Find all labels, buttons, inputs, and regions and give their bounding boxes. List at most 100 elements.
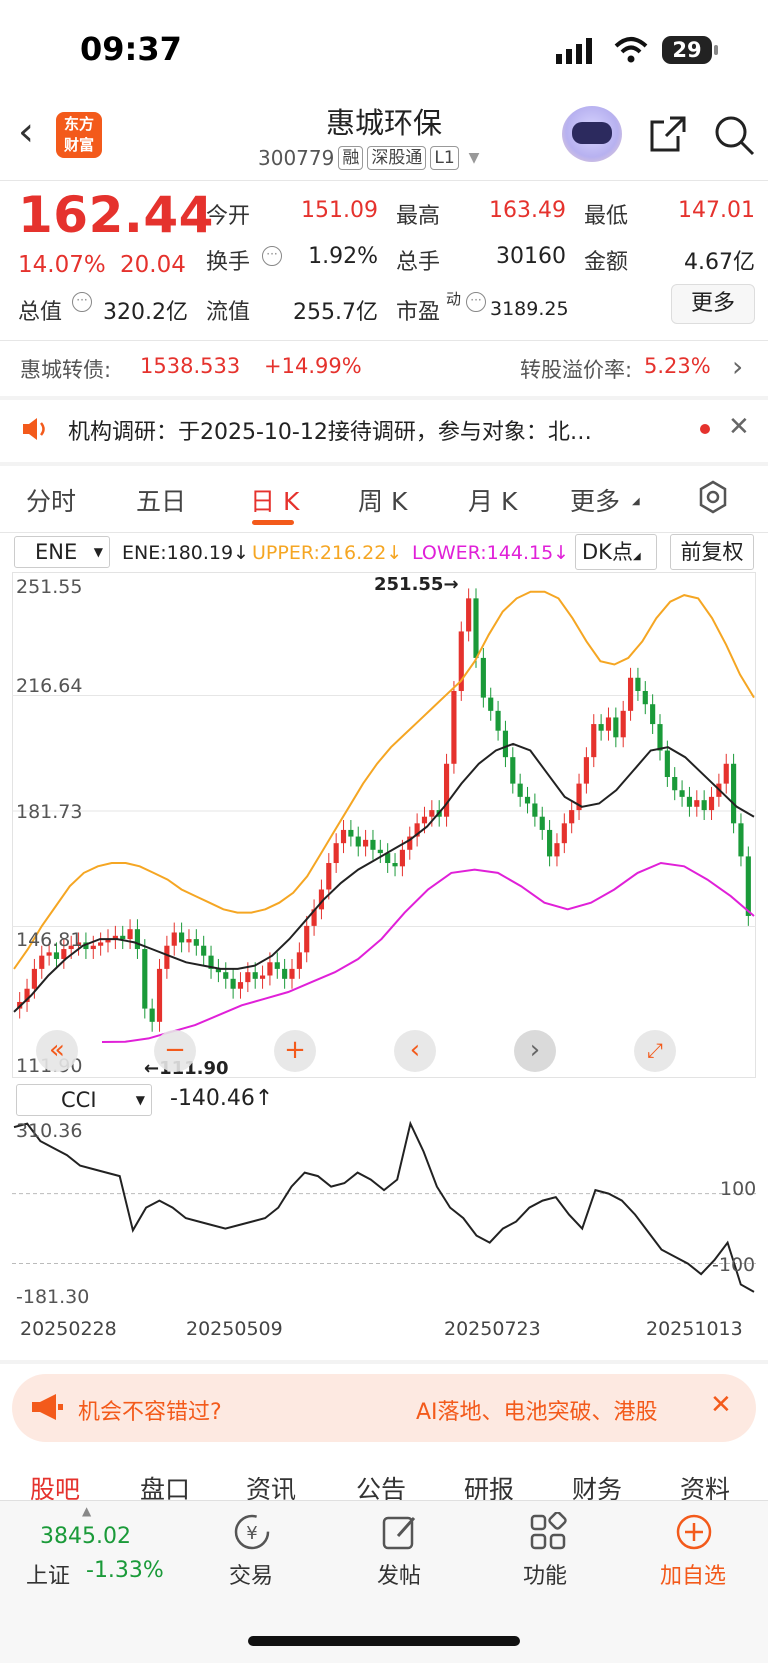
tab-five-day[interactable]: 五日 bbox=[136, 482, 186, 518]
toolbar-post[interactable]: 发帖 bbox=[344, 1558, 454, 1590]
lower-value: LOWER:144.15↓ bbox=[412, 542, 570, 564]
share-icon[interactable] bbox=[648, 114, 688, 154]
tag-level: L1 bbox=[430, 146, 459, 170]
cci-level-high: 100 bbox=[720, 1178, 757, 1200]
candle-body bbox=[488, 697, 494, 711]
turnover-label: 换手 bbox=[206, 250, 251, 275]
divider bbox=[0, 532, 768, 533]
info-icon[interactable]: ··· bbox=[262, 246, 282, 266]
next-icon[interactable]: › bbox=[514, 1030, 556, 1072]
index-name[interactable]: 上证 bbox=[26, 1558, 70, 1590]
candle-body bbox=[620, 710, 626, 738]
candle-body bbox=[333, 843, 339, 864]
cci-chart[interactable] bbox=[12, 1116, 756, 1312]
dk-point-button[interactable]: DK点◢ bbox=[575, 534, 657, 570]
candle-body bbox=[532, 803, 538, 817]
chevron-right-icon[interactable]: › bbox=[732, 350, 743, 383]
back-icon[interactable]: ‹ bbox=[18, 112, 34, 152]
info-icon[interactable]: ··· bbox=[466, 292, 486, 312]
apps-icon[interactable] bbox=[528, 1512, 568, 1552]
adjust-button[interactable]: 前复权 bbox=[670, 534, 754, 570]
stock-meta[interactable]: 300779 融 深股通 L1 ▼ bbox=[258, 146, 479, 170]
fullscreen-icon[interactable]: ⤢ bbox=[634, 1030, 676, 1072]
upper-band-line bbox=[13, 590, 755, 970]
trade-icon[interactable]: ¥ bbox=[232, 1512, 272, 1552]
candle-body bbox=[657, 724, 663, 751]
ai-assistant-face-icon bbox=[572, 122, 612, 144]
candle-body bbox=[686, 796, 693, 807]
search-icon[interactable] bbox=[713, 114, 755, 156]
tag-connect: 深股通 bbox=[367, 146, 427, 170]
promo-highlight: AI落地、电池突破、港股 bbox=[416, 1400, 658, 1425]
settings-icon[interactable] bbox=[696, 480, 730, 514]
cci-level-low: -100 bbox=[712, 1254, 756, 1276]
app-logo[interactable]: 东方 财富 bbox=[56, 112, 102, 158]
candle-body bbox=[156, 968, 163, 1022]
candle-body bbox=[650, 704, 656, 725]
candle-body bbox=[502, 730, 509, 758]
divider bbox=[0, 340, 768, 341]
prev-icon[interactable]: ‹ bbox=[394, 1030, 436, 1072]
toolbar-functions[interactable]: 功能 bbox=[490, 1558, 600, 1590]
pe-sup: 动 bbox=[446, 290, 462, 308]
candle-body bbox=[370, 839, 376, 850]
tab-daily-k[interactable]: 日 K bbox=[250, 482, 299, 518]
more-button[interactable]: 更多 bbox=[671, 284, 755, 324]
y-tick-2: 216.64 bbox=[16, 675, 83, 697]
compose-icon[interactable] bbox=[380, 1512, 420, 1552]
tab-intraday[interactable]: 分时 bbox=[26, 482, 76, 518]
fast-back-icon[interactable]: « bbox=[36, 1030, 78, 1072]
candle-body bbox=[53, 952, 60, 959]
candle-body bbox=[664, 750, 670, 778]
toolbar-trade[interactable]: 交易 bbox=[196, 1558, 306, 1590]
tab-monthly-k[interactable]: 月 K bbox=[468, 482, 517, 518]
candle-body bbox=[708, 796, 715, 811]
last-price: 162.44 bbox=[18, 186, 214, 244]
candle-body bbox=[605, 717, 612, 731]
notice-text[interactable]: 机构调研：于2025-10-12接待调研，参与对象：北… bbox=[68, 414, 668, 446]
candle-body bbox=[171, 932, 177, 946]
candle-body bbox=[517, 783, 523, 797]
candle-body bbox=[340, 829, 347, 844]
candle-body bbox=[627, 677, 634, 711]
battery-tip-icon bbox=[714, 45, 718, 55]
zoom-out-icon[interactable]: − bbox=[154, 1030, 196, 1072]
bond-label[interactable]: 惠城转债: bbox=[20, 354, 111, 384]
toolbar-add-watchlist[interactable]: 加自选 bbox=[638, 1558, 748, 1590]
candle-body bbox=[701, 800, 707, 811]
close-icon[interactable]: ✕ bbox=[728, 412, 750, 442]
candle-body bbox=[98, 942, 104, 946]
promo-close-icon[interactable]: ✕ bbox=[710, 1390, 732, 1420]
cci-select[interactable]: CCI ▼ bbox=[16, 1084, 152, 1116]
tab-more[interactable]: 更多 bbox=[570, 482, 620, 518]
stock-name[interactable]: 惠城环保 bbox=[260, 100, 508, 142]
candle-body bbox=[554, 843, 560, 857]
divider bbox=[0, 462, 768, 466]
candle-body bbox=[723, 763, 729, 784]
high-value: 163.49 bbox=[489, 198, 566, 223]
kline-chart[interactable] bbox=[12, 572, 756, 1078]
candle-body bbox=[274, 962, 280, 969]
indicator-select[interactable]: ENE ▼ bbox=[14, 536, 110, 568]
float-value: 255.7亿 bbox=[293, 300, 378, 325]
zoom-in-icon[interactable]: + bbox=[274, 1030, 316, 1072]
amount-label: 金额 bbox=[584, 250, 629, 275]
tab-weekly-k[interactable]: 周 K bbox=[358, 482, 407, 518]
dropdown-arrow-icon: ▼ bbox=[93, 545, 103, 559]
candle-body bbox=[679, 790, 685, 797]
ene-value: ENE:180.19↓ bbox=[122, 542, 250, 564]
candle-body bbox=[127, 929, 133, 940]
candle-body bbox=[39, 955, 45, 969]
candle-body bbox=[539, 816, 545, 830]
candle-body bbox=[524, 796, 531, 804]
candle-body bbox=[569, 810, 575, 824]
candle-body bbox=[451, 690, 457, 764]
bond-price: 1538.533 bbox=[140, 354, 241, 378]
bond-change: +14.99% bbox=[264, 354, 362, 378]
add-circle-icon[interactable] bbox=[674, 1512, 714, 1552]
candle-body bbox=[591, 724, 597, 758]
info-icon[interactable]: ··· bbox=[72, 292, 92, 312]
candle-body bbox=[672, 777, 678, 791]
candle-body bbox=[473, 598, 479, 658]
index-value[interactable]: 3845.02 bbox=[40, 1524, 131, 1549]
